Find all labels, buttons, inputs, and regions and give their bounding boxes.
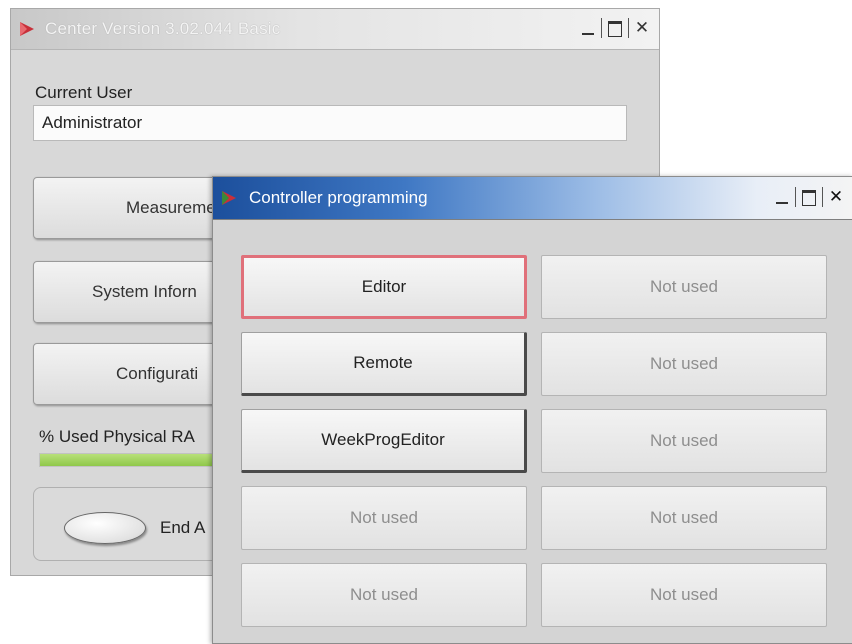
minimize-icon[interactable] — [773, 187, 791, 207]
end-application-label: End A — [160, 518, 206, 537]
week-prog-editor-button[interactable]: WeekProgEditor — [241, 409, 527, 473]
controller-window-controls: ✕ — [773, 187, 845, 207]
end-application-toggle[interactable] — [64, 512, 146, 544]
not-used-button[interactable]: Not used — [241, 486, 527, 550]
app-icon — [20, 22, 34, 36]
not-used-button[interactable]: Not used — [241, 563, 527, 627]
current-user-label: Current User — [35, 83, 133, 102]
maximize-icon[interactable] — [606, 18, 624, 38]
ram-usage-label: % Used Physical RA — [39, 427, 195, 446]
current-user-field[interactable]: Administrator — [33, 105, 627, 141]
not-used-button[interactable]: Not used — [541, 255, 827, 319]
controller-programming-title: Controller programming — [249, 188, 428, 207]
not-used-button[interactable]: Not used — [541, 409, 827, 473]
main-window-title: Center Version 3.02.044 Basic — [45, 19, 281, 38]
maximize-icon[interactable] — [800, 187, 818, 207]
ram-usage-fill — [40, 454, 215, 466]
controls-divider — [795, 187, 796, 207]
controller-programming-titlebar[interactable]: Controller programming ✕ — [213, 177, 852, 220]
app-icon — [222, 191, 236, 205]
minimize-icon[interactable] — [579, 18, 597, 38]
close-icon[interactable]: ✕ — [827, 187, 845, 207]
remote-button[interactable]: Remote — [241, 332, 527, 396]
controls-divider — [601, 18, 602, 38]
program-button-grid: Editor Not used Remote Not used WeekProg… — [241, 255, 827, 627]
close-icon[interactable]: ✕ — [633, 18, 651, 38]
controls-divider — [628, 18, 629, 38]
controls-divider — [822, 187, 823, 207]
not-used-button[interactable]: Not used — [541, 486, 827, 550]
not-used-button[interactable]: Not used — [541, 332, 827, 396]
not-used-button[interactable]: Not used — [541, 563, 827, 627]
main-window-controls: ✕ — [579, 18, 651, 38]
main-window-titlebar[interactable]: Center Version 3.02.044 Basic ✕ — [11, 9, 659, 50]
editor-button[interactable]: Editor — [241, 255, 527, 319]
controller-programming-window: Controller programming ✕ Editor Not used… — [212, 176, 852, 644]
